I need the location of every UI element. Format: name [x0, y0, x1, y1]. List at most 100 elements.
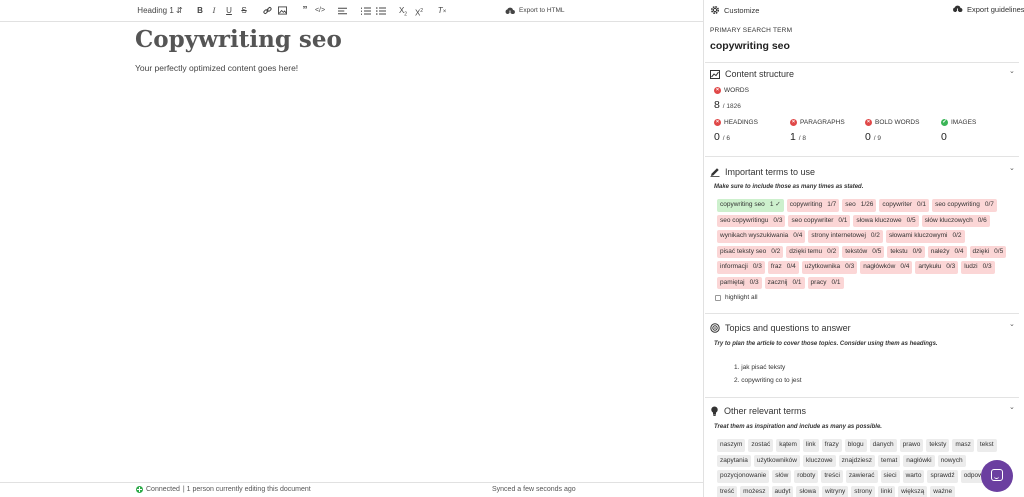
other-term-chip[interactable]: warto — [902, 470, 925, 483]
other-term-chip[interactable]: ważne — [930, 485, 956, 497]
link-icon[interactable] — [262, 4, 272, 18]
other-term-chip[interactable]: masz — [952, 439, 974, 452]
other-term-chip[interactable]: użytkowników — [753, 454, 800, 467]
term-chip[interactable]: słów kluczowych 0/6 — [921, 214, 990, 227]
term-chip[interactable]: pamiętaj 0/3 — [717, 276, 762, 289]
content-structure-header[interactable]: Content structure — [710, 69, 794, 79]
other-term-chip[interactable]: kluczowe — [802, 454, 836, 467]
clear-format-icon[interactable]: T× — [437, 4, 447, 18]
other-term-chip[interactable]: zostać — [748, 439, 774, 452]
highlight-all-checkbox[interactable] — [715, 294, 721, 301]
other-term-chip[interactable]: link — [802, 439, 819, 452]
term-chip[interactable]: pisać teksty seo 0/2 — [717, 245, 784, 258]
underline-button[interactable]: U — [224, 4, 234, 18]
term-chip[interactable]: copywriting seo 1 ✓ — [717, 199, 784, 212]
other-term-chip[interactable]: teksty — [926, 439, 950, 452]
other-term-chip[interactable]: nowych — [937, 454, 966, 467]
document-body[interactable]: Your perfectly optimized content goes he… — [135, 63, 298, 73]
other-term-chip[interactable]: znajdziesz — [838, 454, 876, 467]
chat-button[interactable] — [981, 460, 1013, 492]
document-title[interactable]: Copywriting seo — [135, 26, 342, 53]
export-html-button[interactable]: Export to HTML — [505, 4, 567, 18]
term-chip[interactable]: copywriting 1/7 — [786, 199, 840, 212]
other-term-chip[interactable]: większą — [898, 485, 928, 497]
term-chip[interactable]: informacji 0/3 — [717, 261, 765, 274]
other-term-chip[interactable]: roboty — [794, 470, 819, 483]
term-chip[interactable]: wynikach wyszukiwania 0/4 — [717, 230, 806, 243]
term-chip[interactable]: zacznij 0/1 — [764, 276, 805, 289]
other-term-chip[interactable]: zapytania — [717, 454, 751, 467]
subscript-icon[interactable]: X2 — [398, 4, 408, 18]
check-icon: ✓ — [941, 119, 948, 126]
highlight-all-toggle[interactable]: highlight all — [715, 294, 758, 301]
other-term-chip[interactable]: sieci — [880, 470, 900, 483]
other-term-chip[interactable]: treść — [717, 485, 738, 497]
other-term-chip[interactable]: witryny — [822, 485, 849, 497]
chevron-down-icon[interactable]: ⌄ — [1009, 67, 1015, 75]
term-chip[interactable]: seo copywriting 0/7 — [932, 199, 997, 212]
term-label: seo — [845, 201, 856, 208]
term-chip[interactable]: nagłówków 0/4 — [860, 261, 913, 274]
italic-button[interactable]: I — [209, 4, 219, 18]
align-icon[interactable] — [337, 4, 347, 18]
term-chip[interactable]: copywriter 0/1 — [879, 199, 930, 212]
other-term-chip[interactable]: naszym — [717, 439, 746, 452]
other-term-chip[interactable]: słów — [772, 470, 792, 483]
chevron-down-icon[interactable]: ⌄ — [1009, 320, 1015, 328]
export-guidelines-button[interactable]: Export guidelines — [952, 5, 1024, 14]
code-icon[interactable]: </> — [314, 4, 326, 18]
bullet-list-icon[interactable] — [376, 4, 386, 18]
term-label: artykułu — [918, 263, 942, 270]
heading-select[interactable]: Heading 1 ⇵ — [135, 4, 185, 18]
other-term-chip[interactable]: audyt — [771, 485, 794, 497]
image-icon[interactable] — [277, 4, 287, 18]
other-term-chip[interactable]: pozycjonowanie — [717, 470, 770, 483]
bold-words-count: 0 — [865, 131, 871, 143]
term-chip[interactable]: seo copywriter 0/1 — [788, 214, 851, 227]
superscript-icon[interactable]: X2 — [414, 4, 424, 18]
term-chip[interactable]: tekstu 0/9 — [887, 245, 925, 258]
term-chip[interactable]: seo copywritingu 0/3 — [717, 214, 786, 227]
other-terms-header[interactable]: Other relevant terms — [710, 406, 806, 416]
quote-icon[interactable]: ” — [300, 4, 310, 18]
other-term-chip[interactable]: słowa — [796, 485, 820, 497]
other-term-chip[interactable]: temat — [878, 454, 901, 467]
chevron-down-icon[interactable]: ⌄ — [1009, 403, 1015, 411]
primary-search-term: copywriting seo — [710, 40, 790, 52]
bold-button[interactable]: B — [195, 4, 205, 18]
term-chip[interactable]: pracy 0/1 — [807, 276, 844, 289]
other-term-chip[interactable]: linki — [877, 485, 896, 497]
term-chip[interactable]: tekstów 0/5 — [842, 245, 885, 258]
other-term-chip[interactable]: treści — [821, 470, 843, 483]
connection-status: Connected | 1 person currently editing t… — [136, 486, 311, 493]
term-label: copywriting seo — [720, 201, 765, 208]
important-terms-header[interactable]: Important terms to use — [710, 167, 815, 177]
term-chip[interactable]: strony internetowej 0/2 — [808, 230, 883, 243]
term-chip[interactable]: słowami kluczowymi 0/2 — [885, 230, 965, 243]
other-term-chip[interactable]: kątem — [776, 439, 800, 452]
other-term-chip[interactable]: prawo — [899, 439, 924, 452]
term-chip[interactable]: seo 1/26 — [842, 199, 877, 212]
term-chip[interactable]: dzięki temu 0/2 — [786, 245, 840, 258]
other-term-chip[interactable]: możesz — [740, 485, 769, 497]
other-term-chip[interactable]: sprawdź — [927, 470, 958, 483]
term-chip[interactable]: należy 0/4 — [927, 245, 967, 258]
term-chip[interactable]: fraz 0/4 — [767, 261, 799, 274]
other-term-chip[interactable]: nagłówki — [903, 454, 935, 467]
term-chip[interactable]: ludzi 0/3 — [961, 261, 995, 274]
other-term-chip[interactable]: danych — [869, 439, 897, 452]
customize-button[interactable]: Customize — [710, 5, 759, 15]
topics-header[interactable]: Topics and questions to answer — [710, 323, 851, 333]
term-chip[interactable]: dzięki 0/5 — [969, 245, 1007, 258]
chevron-down-icon[interactable]: ⌄ — [1009, 164, 1015, 172]
other-term-chip[interactable]: strony — [851, 485, 875, 497]
other-term-chip[interactable]: blogu — [844, 439, 867, 452]
other-term-chip[interactable]: frazy — [821, 439, 842, 452]
term-chip[interactable]: artykułu 0/3 — [915, 261, 959, 274]
ordered-list-icon[interactable] — [361, 4, 371, 18]
strikethrough-button[interactable]: S — [239, 4, 249, 18]
other-term-chip[interactable]: zawierać — [845, 470, 878, 483]
term-chip[interactable]: słowa kluczowe 0/5 — [853, 214, 919, 227]
term-chip[interactable]: użytkownika 0/3 — [801, 261, 858, 274]
other-term-chip[interactable]: tekst — [976, 439, 997, 452]
